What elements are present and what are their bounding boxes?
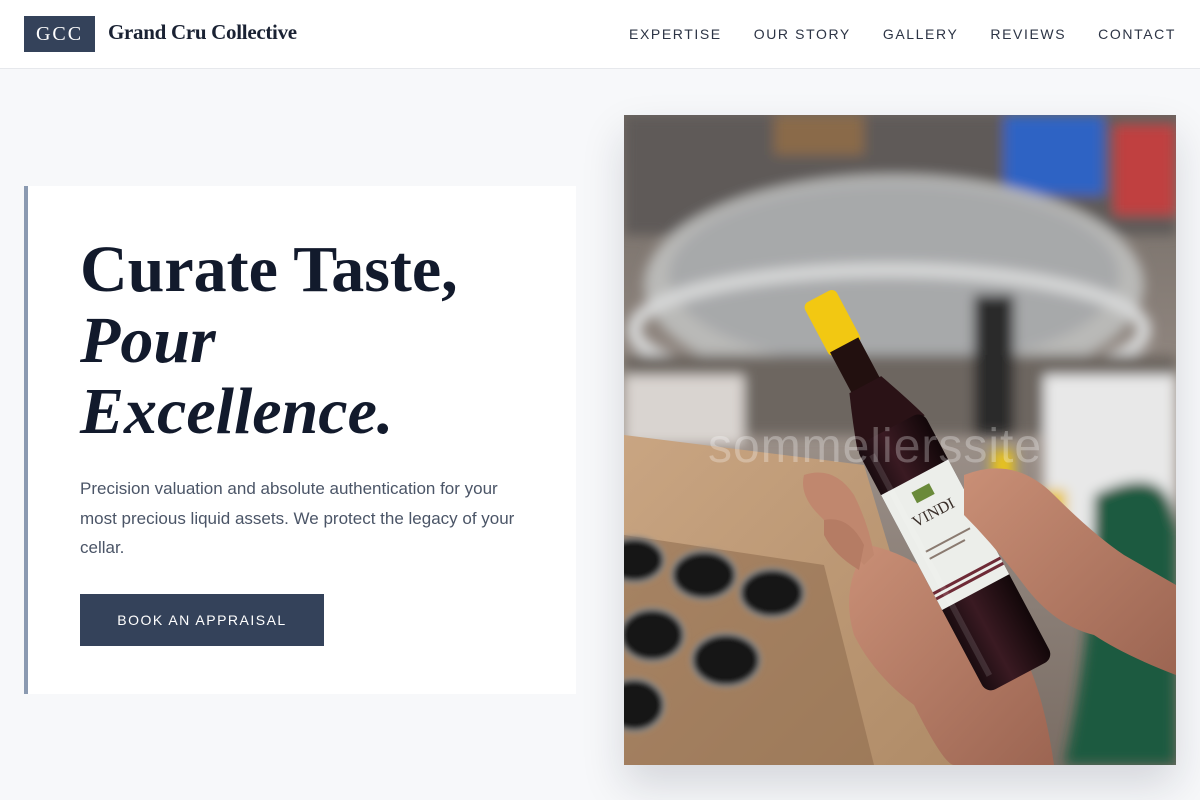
nav-link-our-story[interactable]: OUR STORY <box>754 26 851 42</box>
headline-line-2: Pour <box>80 304 216 377</box>
brand-name[interactable]: Grand Cru Collective <box>108 20 297 45</box>
main-nav: EXPERTISE OUR STORY GALLERY REVIEWS CONT… <box>629 0 1176 68</box>
site-header: GCC Grand Cru Collective EXPERTISE OUR S… <box>0 0 1200 69</box>
nav-link-expertise[interactable]: EXPERTISE <box>629 26 722 42</box>
hero-image: VINDI sommelierssite <box>624 115 1176 765</box>
book-appraisal-button[interactable]: BOOK AN APPRAISAL <box>80 594 324 646</box>
nav-link-gallery[interactable]: GALLERY <box>883 26 959 42</box>
logo-text: GCC <box>35 22 84 45</box>
hero-card: Curate Taste, Pour Excellence. Precision… <box>24 186 576 694</box>
hero-headline: Curate Taste, Pour Excellence. <box>80 234 458 447</box>
image-watermark: sommelierssite <box>708 420 1043 473</box>
nav-link-contact[interactable]: CONTACT <box>1098 26 1176 42</box>
logo-badge[interactable]: GCC <box>24 16 95 52</box>
hero-description: Precision valuation and absolute authent… <box>80 479 515 557</box>
headline-line-3: Excellence. <box>80 375 394 448</box>
headline-line-1: Curate Taste, <box>80 233 458 306</box>
nav-link-reviews[interactable]: REVIEWS <box>990 26 1066 42</box>
